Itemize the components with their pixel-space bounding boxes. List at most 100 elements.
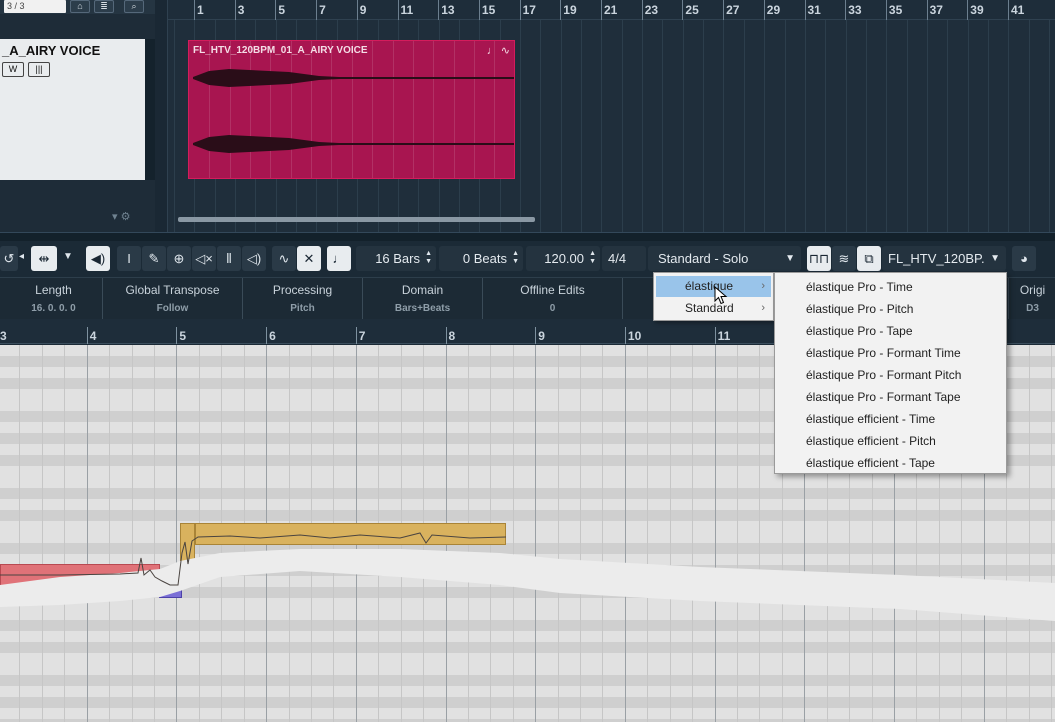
info-value: Follow [156,303,189,314]
submenu-item[interactable]: élastique Pro - Pitch [775,298,1006,320]
copy-icon[interactable]: ⧉ [857,246,881,271]
info-origin[interactable]: Origi D3 [1008,278,1055,320]
visibility-icon[interactable]: ⌂ [70,0,90,13]
arrange-grid-line [886,20,888,232]
editor-ruler-bar-number: 8 [448,329,456,343]
algorithm-value: Standard - Solo [658,251,749,266]
submenu-item[interactable]: élastique Pro - Time [775,276,1006,298]
track-list-scrollbar[interactable] [145,39,155,180]
range-tool-icon[interactable]: I [117,246,141,271]
audio-file-select[interactable]: FL_HTV_120BP. ▼ [882,246,1006,271]
ruler-tick [234,0,236,20]
chevron-right-icon: › [761,302,765,314]
arrange-left-edge [155,0,168,232]
ruler-bar-number: 39 [970,3,984,17]
ruler-bar-number: 41 [1011,3,1025,17]
track-header[interactable] [0,39,145,180]
ruler-bar-number: 15 [481,3,496,17]
chevron-left-icon[interactable]: ◂ [19,251,24,262]
ruler-tick [967,0,969,20]
ruler-tick [316,0,318,20]
info-length[interactable]: Length 16. 0. 0. 0 [5,278,103,320]
speaker-listen-icon[interactable]: ◀) [86,246,110,271]
chat-bubble-icon[interactable]: ◕ [1012,246,1036,271]
bars-stepper-icon[interactable]: ▲ ▼ [425,250,432,266]
editor-ruler-tick [714,327,716,344]
play-speaker-icon[interactable]: ◁) [242,246,266,271]
length-beats-field[interactable]: 0 Beats ▲ ▼ [439,246,523,271]
editor-ruler-bar-number: 4 [89,329,97,343]
arrange-grid-line [825,20,827,232]
audio-waveform [193,69,514,153]
audio-file-value: FL_HTV_120BP. [888,251,985,266]
ruler-tick [275,0,277,20]
submenu-item[interactable]: élastique efficient - Tape [775,452,1006,474]
editor-ruler-tick [86,327,88,344]
arrange-grid-line [926,20,928,232]
loop-icon[interactable]: ↺ [0,246,18,271]
editor-ruler-tick [355,327,357,344]
arrange-ruler[interactable]: 1 3 5 7 9 11 13 15 17 19 21 23 25 27 29 31 33 35 37 39 41 [168,0,1055,20]
info-label: Domain [401,283,444,297]
arrange-horizontal-scrollbar[interactable] [178,217,535,222]
submenu-item[interactable]: élastique Pro - Tape [775,320,1006,342]
note-icon[interactable]: ♩ [327,246,351,271]
info-domain[interactable]: Domain Bars+Beats [363,278,483,320]
object-selection-icon[interactable]: ⇹ [31,246,57,271]
ruler-tick [560,0,562,20]
submenu-item[interactable]: élastique Pro - Formant Tape [775,386,1006,408]
submenu-item[interactable]: élastique Pro - Formant Time [775,342,1006,364]
arrange-grid-line [642,20,644,232]
algorithm-select[interactable]: Standard - Solo ▼ [648,246,801,271]
arrange-grid-line [174,20,175,232]
arrange-grid-line [845,20,847,232]
ruler-tick [682,0,684,20]
editor-ruler-bar-number: 11 [717,329,731,343]
musical-mode-icon[interactable]: ✕ [297,246,321,271]
editor-ruler-bar-number: 3 [0,329,7,343]
length-bars-field[interactable]: 16 Bars ▲ ▼ [356,246,436,271]
stack-icon[interactable]: ≋ [832,246,856,271]
track-write-button[interactable]: W [2,62,24,77]
warp-icon[interactable]: ⦀ [217,246,241,271]
zone-divider[interactable] [0,232,1055,241]
waveform-shadow [0,549,1055,621]
ruler-tick [478,0,480,20]
track-lanes-button[interactable]: ||| [28,62,50,77]
zoom-icon[interactable]: ⊕ [167,246,191,271]
list-icon[interactable]: ≣ [94,0,114,13]
ruler-bar-number: 25 [685,3,699,17]
chevron-down-icon[interactable]: ▼ [63,251,73,262]
ruler-bar-number: 17 [522,3,536,17]
ruler-bar-number: 37 [929,3,943,17]
beats-stepper-icon[interactable]: ▲ ▼ [512,250,519,266]
info-offline-edits[interactable]: Offline Edits 0 [483,278,623,320]
editor-ruler-bar-number: 10 [627,329,642,343]
submenu-item[interactable]: élastique Pro - Formant Pitch [775,364,1006,386]
editor-ruler-tick [176,327,178,344]
info-processing[interactable]: Processing Pitch [243,278,363,320]
ruler-tick [804,0,806,20]
layout-icon[interactable]: ⊓⊓ [807,246,831,271]
ruler-tick [845,0,847,20]
audio-event[interactable]: FL_HTV_120BPM_01_A_AIRY VOICE ♩ ∿ [188,40,515,179]
tempo-field[interactable]: 120.00 ▲ ▼ [526,246,600,271]
elastique-submenu: élastique Pro - Time élastique Pro - Pitc… [774,272,1007,474]
info-value: Bars+Beats [394,303,451,314]
mute-icon[interactable]: ◁× [192,246,216,271]
ruler-bar-number: 33 [848,3,862,17]
editor-ruler-bar-number: 7 [358,329,366,343]
arrange-grid-line [540,20,542,232]
submenu-item[interactable]: élastique efficient - Pitch [775,430,1006,452]
pencil-icon[interactable]: ✎ [142,246,166,271]
info-global-transpose[interactable]: Global Transpose Follow [103,278,243,320]
snap-icon[interactable]: ∿ [272,246,296,271]
arrange-grid-line [1028,20,1030,232]
track-footer-tools[interactable]: ▾ ⚙ [112,210,130,223]
tempo-stepper-icon[interactable]: ▲ ▼ [589,250,596,266]
info-label: Origi [1019,283,1046,297]
arrange-grid-line [601,20,603,232]
submenu-item[interactable]: élastique efficient - Time [775,408,1006,430]
time-signature-field[interactable]: 4/4 [602,246,646,271]
search-icon[interactable]: ⌕ [124,0,144,13]
